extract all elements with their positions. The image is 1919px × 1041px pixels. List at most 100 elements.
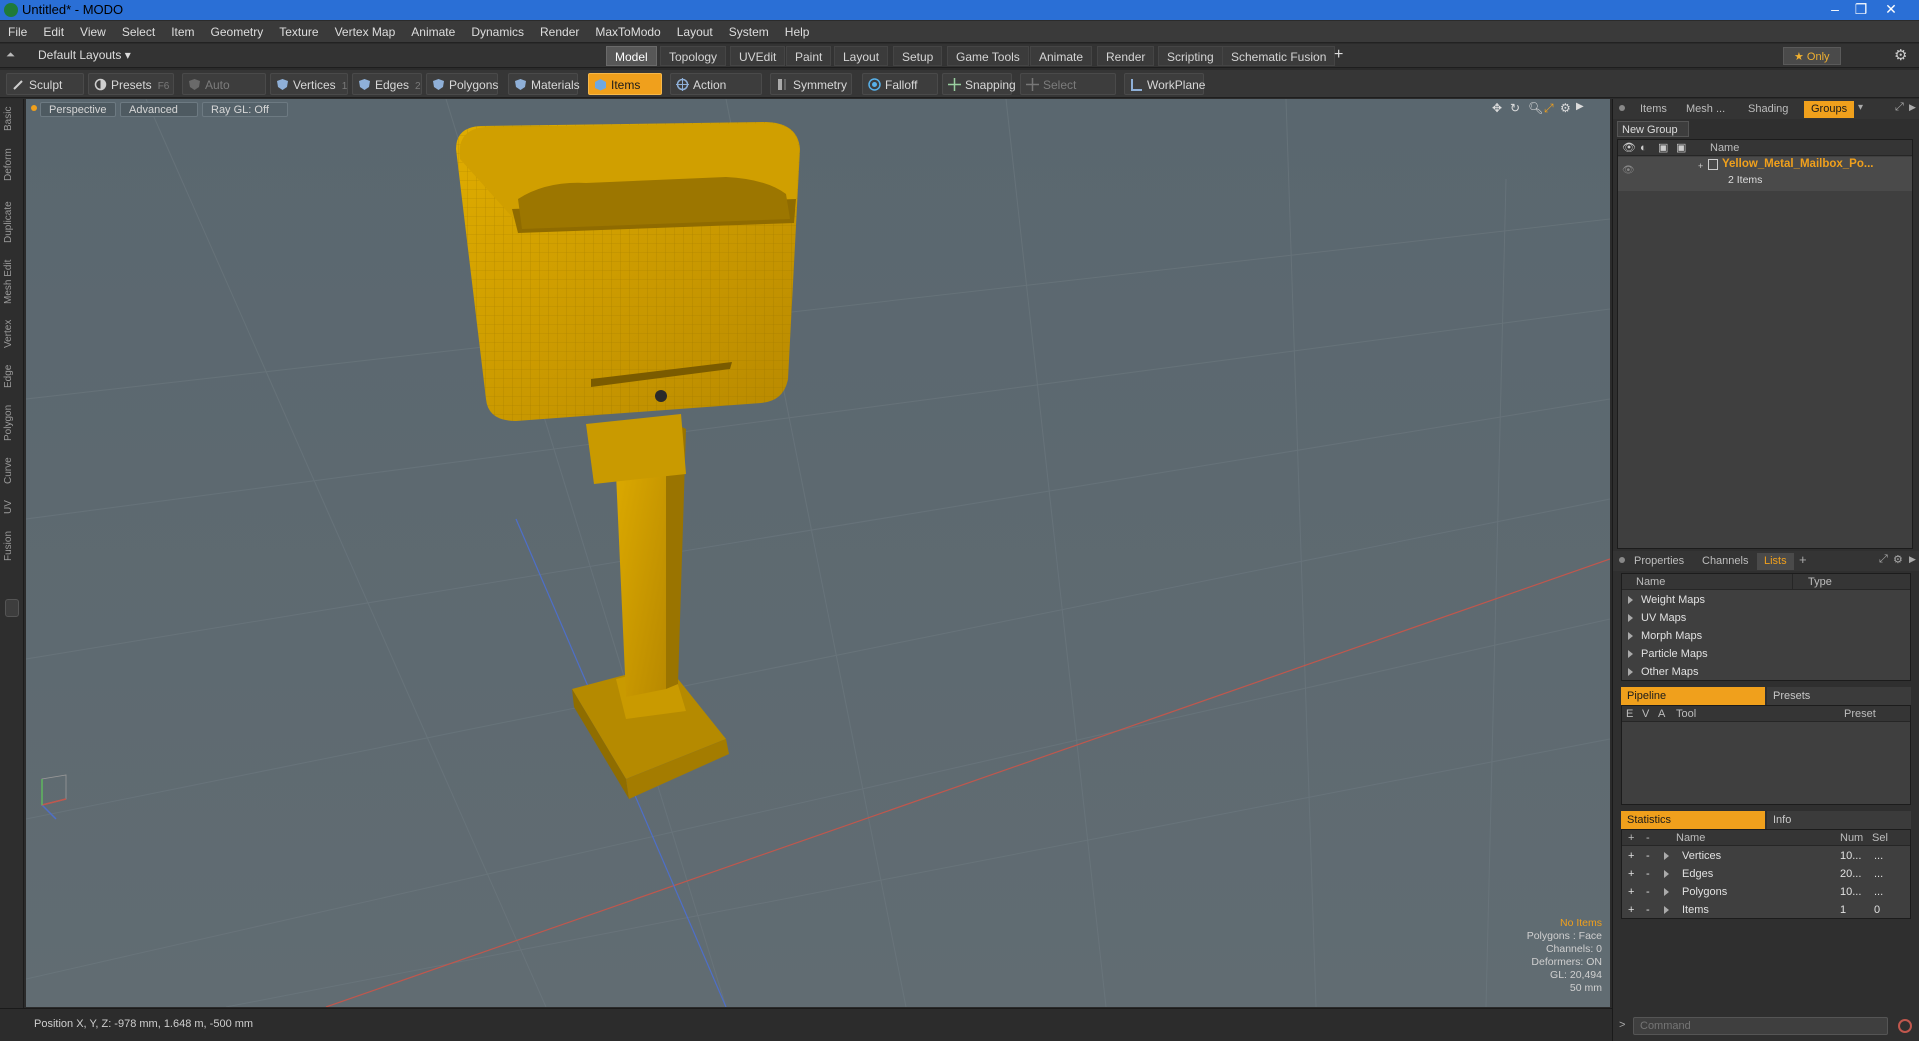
menu-vertex-map[interactable]: Vertex Map — [327, 21, 404, 43]
viewport-menu-icon[interactable]: ▶ — [1576, 101, 1584, 112]
action-center-button[interactable]: Action Center — [670, 73, 762, 114]
raygl-toggle[interactable]: Ray GL: Off — [202, 102, 288, 117]
tab-dropdown-icon[interactable]: ▾ — [1858, 102, 1863, 113]
close-button[interactable]: ✕ — [1880, 0, 1902, 18]
expand-arrow-icon[interactable] — [1628, 596, 1633, 605]
stats-remove-button[interactable]: - — [1646, 883, 1650, 901]
items-button[interactable]: Items — [588, 73, 662, 95]
menu-item[interactable]: Item — [163, 21, 202, 43]
tab-layout[interactable]: Layout — [834, 46, 889, 66]
tab-properties[interactable]: Properties — [1627, 553, 1691, 570]
polygons-button[interactable]: Polygons — [426, 73, 498, 95]
menu-geometry[interactable]: Geometry — [203, 21, 272, 43]
render-column-icon[interactable]: ◐ — [1640, 140, 1647, 156]
expand-arrow-icon[interactable] — [1628, 614, 1633, 623]
strip-toggle-button[interactable] — [5, 599, 19, 617]
falloff-button[interactable]: Falloff — [862, 73, 938, 95]
eye-column-icon[interactable]: 👁︎ — [1622, 140, 1636, 156]
minimize-button[interactable]: – — [1824, 0, 1846, 18]
only-toggle[interactable]: ★ Only — [1783, 47, 1841, 65]
vertices-button[interactable]: Vertices 1 — [270, 73, 348, 95]
panel-dot-icon[interactable] — [1619, 105, 1625, 111]
tab-groups[interactable]: Groups — [1804, 101, 1855, 118]
menu-animate[interactable]: Animate — [403, 21, 463, 43]
layout-select[interactable]: Default Layouts ▾ — [38, 48, 131, 62]
stats-remove-button[interactable]: - — [1646, 901, 1650, 919]
3d-viewport[interactable]: Perspective Advanced Ray GL: Off ✥ ↻ 🔍︎ … — [26, 99, 1610, 1007]
select-column-icon[interactable]: ▣ — [1676, 140, 1686, 156]
menu-layout[interactable]: Layout — [669, 21, 721, 43]
vtab-curve[interactable]: Curve — [3, 455, 21, 487]
stats-row-polygons[interactable]: + - Polygons 10... ... — [1622, 883, 1910, 901]
vtab-duplicate[interactable]: Duplicate — [3, 197, 21, 247]
presets-tab[interactable]: Presets — [1767, 687, 1911, 705]
vtab-polygon[interactable]: Polygon — [3, 401, 21, 445]
menu-maxtomodo[interactable]: MaxToModo — [587, 21, 668, 43]
group-expand-icon[interactable]: + — [1698, 161, 1703, 171]
list-item-other-maps[interactable]: Other Maps — [1622, 663, 1698, 681]
maximize-button[interactable]: ❐ — [1850, 0, 1872, 18]
stats-remove-button[interactable]: - — [1646, 865, 1650, 883]
stats-add-button[interactable]: + — [1628, 901, 1634, 919]
tab-channels[interactable]: Channels — [1695, 553, 1755, 570]
stats-remove-button[interactable]: - — [1646, 847, 1650, 865]
fit-icon[interactable]: ⤢ — [1544, 101, 1554, 116]
lists-gear-icon[interactable]: ⚙ — [1893, 553, 1903, 566]
expand-arrow-icon[interactable] — [1628, 632, 1633, 641]
tab-model[interactable]: Model — [606, 46, 657, 66]
menu-select[interactable]: Select — [114, 21, 163, 43]
tab-topology[interactable]: Topology — [660, 46, 727, 66]
stats-row-edges[interactable]: + - Edges 20... ... — [1622, 865, 1910, 883]
expand-arrow-icon[interactable] — [1628, 668, 1633, 677]
perspective-dropdown[interactable]: Perspective — [40, 102, 116, 117]
info-tab[interactable]: Info — [1767, 811, 1911, 829]
expand-arrow-icon[interactable] — [1664, 906, 1669, 914]
pan-icon[interactable]: ✥ — [1492, 101, 1502, 115]
presets-button[interactable]: Presets F6 — [88, 73, 174, 95]
tab-shading[interactable]: Shading — [1741, 101, 1795, 118]
tab-render[interactable]: Render — [1097, 46, 1155, 66]
add-tab-button[interactable]: + — [1334, 46, 1343, 64]
zoom-icon[interactable]: 🔍︎ — [1528, 101, 1543, 115]
tab-mesh[interactable]: Mesh ... — [1679, 101, 1732, 118]
vtab-basic[interactable]: Basic — [3, 105, 21, 133]
menu-help[interactable]: Help — [777, 21, 818, 43]
menu-file[interactable]: File — [0, 21, 35, 43]
menu-system[interactable]: System — [721, 21, 777, 43]
group-row[interactable]: 👁︎ + Yellow_Metal_Mailbox_Po... 2 Items — [1618, 157, 1912, 191]
materials-button[interactable]: Materials — [508, 73, 580, 95]
tab-animate[interactable]: Animate — [1030, 46, 1093, 66]
list-item-uv-maps[interactable]: UV Maps — [1622, 609, 1686, 627]
lists-expand-icon[interactable]: ⤢ — [1879, 553, 1888, 566]
stats-add-button[interactable]: + — [1628, 865, 1634, 883]
lock-column-icon[interactable]: ▣ — [1658, 140, 1668, 156]
expand-arrow-icon[interactable] — [1628, 650, 1633, 659]
menu-edit[interactable]: Edit — [35, 21, 72, 43]
vtab-edge[interactable]: Edge — [3, 361, 21, 391]
gear-icon[interactable]: ⚙ — [1894, 46, 1907, 64]
auto-select-button[interactable]: Auto Select — [182, 73, 266, 114]
workplane-button[interactable]: WorkPlane — [1124, 73, 1205, 95]
stats-add-button[interactable]: + — [1628, 883, 1634, 901]
stats-add-button[interactable]: + — [1628, 847, 1634, 865]
viewport-gear-icon[interactable]: ⚙ — [1560, 101, 1571, 115]
vtab-mesh-edit[interactable]: Mesh Edit — [3, 257, 21, 307]
tab-uvedit[interactable]: UVEdit — [730, 46, 786, 66]
expand-arrow-icon[interactable] — [1664, 870, 1669, 878]
vtab-uv[interactable]: UV — [3, 497, 21, 517]
snapping-button[interactable]: Snapping — [942, 73, 1016, 95]
scene-canvas[interactable] — [26, 99, 1610, 1007]
statistics-tab[interactable]: Statistics — [1621, 811, 1765, 829]
group-eye-icon[interactable]: 👁︎ — [1622, 165, 1635, 176]
tab-scripting[interactable]: Scripting — [1158, 46, 1223, 66]
panel-menu-icon[interactable]: ▶ — [1909, 102, 1916, 113]
pipeline-tab[interactable]: Pipeline — [1621, 687, 1765, 705]
menu-dynamics[interactable]: Dynamics — [463, 21, 532, 43]
new-group-button[interactable]: New Group — [1617, 121, 1689, 137]
stats-row-items[interactable]: + - Items 1 0 — [1622, 901, 1910, 919]
tab-schematic-fusion[interactable]: Schematic Fusion — [1222, 46, 1336, 66]
rotate-icon[interactable]: ↻ — [1510, 101, 1520, 115]
menu-render[interactable]: Render — [532, 21, 587, 43]
vtab-fusion[interactable]: Fusion — [3, 527, 21, 565]
viewport-dot-icon[interactable] — [31, 105, 37, 111]
